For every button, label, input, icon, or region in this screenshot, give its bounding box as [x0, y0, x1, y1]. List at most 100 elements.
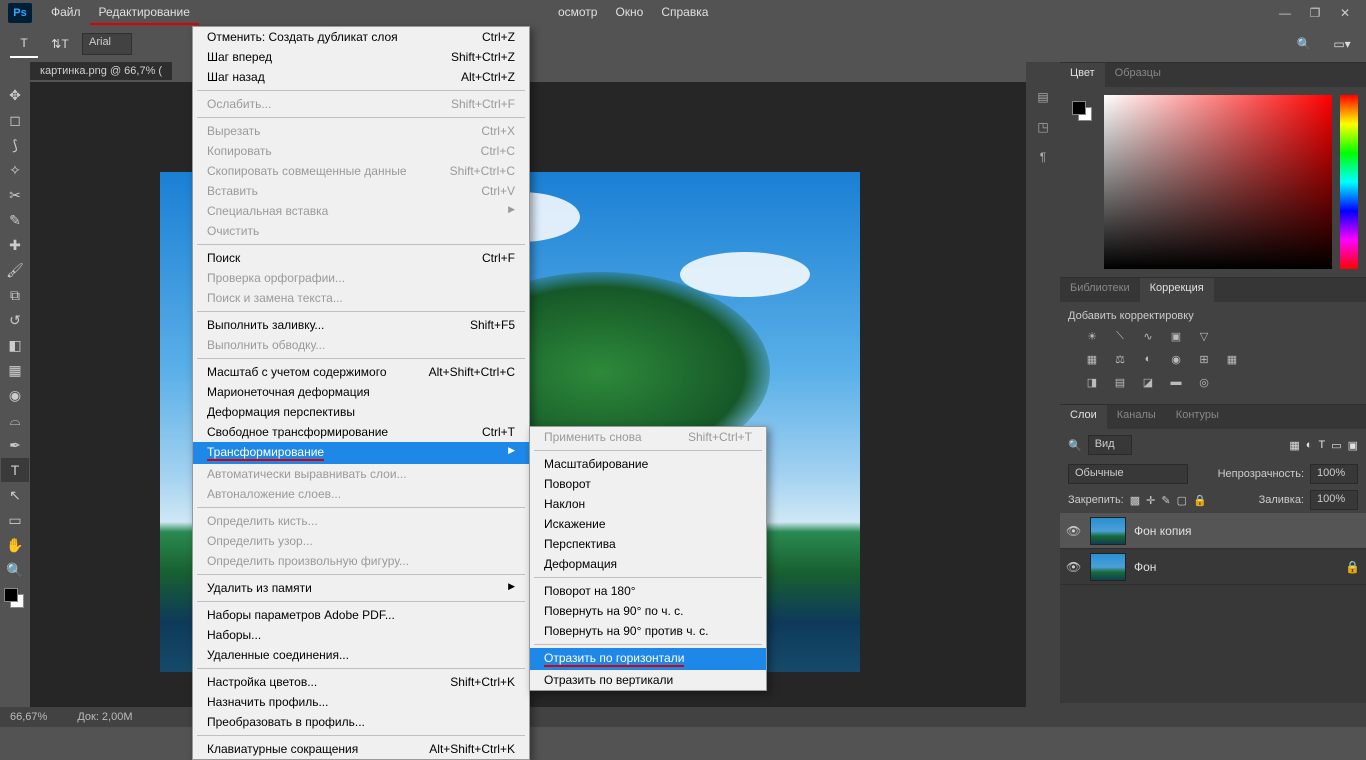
- menuitem[interactable]: Отразить по горизонтали: [530, 648, 766, 670]
- maximize-button[interactable]: ❐: [1308, 6, 1322, 20]
- menuitem[interactable]: Назначить профиль...: [193, 692, 529, 712]
- threshold-icon[interactable]: ◪: [1138, 373, 1158, 391]
- brightness-icon[interactable]: ☀: [1082, 327, 1102, 345]
- hand-tool[interactable]: ✋: [1, 533, 29, 557]
- menuitem[interactable]: Поворот: [530, 474, 766, 494]
- menuitem[interactable]: Настройка цветов...Shift+Ctrl+K: [193, 672, 529, 692]
- lock-all-icon[interactable]: ▩: [1130, 494, 1140, 507]
- posterize-icon[interactable]: ▤: [1110, 373, 1130, 391]
- channel-mixer-icon[interactable]: ⊞: [1194, 350, 1214, 368]
- menuitem[interactable]: Повернуть на 90° по ч. с.: [530, 601, 766, 621]
- menuitem[interactable]: Наборы параметров Adobe PDF...: [193, 605, 529, 625]
- filter-type-icon[interactable]: T: [1318, 439, 1325, 451]
- quick-select-tool[interactable]: ✧: [1, 158, 29, 182]
- lut-icon[interactable]: ▦: [1222, 350, 1242, 368]
- eraser-tool[interactable]: ◧: [1, 333, 29, 357]
- layer-item[interactable]: 👁 Фон 🔒: [1060, 549, 1366, 585]
- layer-filter-select[interactable]: Вид: [1088, 435, 1132, 455]
- menuitem[interactable]: Удаленные соединения...: [193, 645, 529, 665]
- color-balance-icon[interactable]: ⚖: [1110, 350, 1130, 368]
- minimize-button[interactable]: —: [1278, 6, 1292, 20]
- menuitem[interactable]: Свободное трансформированиеCtrl+T: [193, 422, 529, 442]
- lasso-tool[interactable]: ⟆: [1, 133, 29, 157]
- lock-artboard-icon[interactable]: ▢: [1177, 494, 1187, 507]
- search-icon[interactable]: 🔍: [1290, 30, 1318, 58]
- visibility-icon[interactable]: 👁: [1066, 524, 1082, 538]
- menu-окно[interactable]: Окно: [606, 1, 652, 25]
- type-tool[interactable]: T: [1, 458, 29, 482]
- orientation-toggle[interactable]: ⇅T: [46, 30, 74, 58]
- menuitem[interactable]: Масштаб с учетом содержимогоAlt+Shift+Ct…: [193, 362, 529, 382]
- menuitem[interactable]: Отменить: Создать дубликат слояCtrl+Z: [193, 27, 529, 47]
- menu-справка[interactable]: Справка: [652, 1, 717, 25]
- brush-tool[interactable]: 🖌: [1, 258, 29, 282]
- menuitem[interactable]: ПоискCtrl+F: [193, 248, 529, 268]
- color-swatches[interactable]: [4, 588, 24, 608]
- menuitem[interactable]: Шаг назадAlt+Ctrl+Z: [193, 67, 529, 87]
- properties-panel-icon[interactable]: ◳: [1026, 112, 1060, 142]
- workspace-icon[interactable]: ▭▾: [1328, 30, 1356, 58]
- zoom-display[interactable]: 66,67%: [10, 711, 47, 723]
- menuitem[interactable]: Шаг впередShift+Ctrl+Z: [193, 47, 529, 67]
- menu-редактирование[interactable]: Редактирование: [90, 1, 199, 25]
- exposure-icon[interactable]: ▣: [1166, 327, 1186, 345]
- tab-каналы[interactable]: Каналы: [1107, 405, 1166, 429]
- photo-filter-icon[interactable]: ◉: [1166, 350, 1186, 368]
- menuitem[interactable]: Наклон: [530, 494, 766, 514]
- path-select-tool[interactable]: ↖: [1, 483, 29, 507]
- character-panel-icon[interactable]: ¶: [1026, 142, 1060, 172]
- lock-icon[interactable]: 🔒: [1193, 494, 1207, 507]
- gradient-map-icon[interactable]: ▬: [1166, 373, 1186, 391]
- blend-mode-select[interactable]: Обычные: [1068, 464, 1188, 484]
- curves-icon[interactable]: ∿: [1138, 327, 1158, 345]
- menuitem[interactable]: Деформация перспективы: [193, 402, 529, 422]
- lock-pixels-icon[interactable]: ✎: [1161, 494, 1170, 507]
- tab-образцы[interactable]: Образцы: [1105, 63, 1171, 87]
- tab-коррекция[interactable]: Коррекция: [1140, 278, 1214, 302]
- tool-preset-text[interactable]: T: [10, 30, 38, 58]
- menuitem[interactable]: Марионеточная деформация: [193, 382, 529, 402]
- visibility-icon[interactable]: 👁: [1066, 560, 1082, 574]
- menuitem[interactable]: Деформация: [530, 554, 766, 574]
- menuitem[interactable]: Преобразовать в профиль...: [193, 712, 529, 732]
- filter-adj-icon[interactable]: ◐: [1306, 439, 1313, 451]
- vibrance-icon[interactable]: ▽: [1194, 327, 1214, 345]
- document-tab[interactable]: картинка.png @ 66,7% (: [30, 62, 172, 80]
- gradient-tool[interactable]: ▦: [1, 358, 29, 382]
- menuitem[interactable]: Трансформирование: [193, 442, 529, 464]
- history-brush-tool[interactable]: ↺: [1, 308, 29, 332]
- fill-input[interactable]: 100%: [1310, 490, 1358, 510]
- tab-слои[interactable]: Слои: [1060, 405, 1107, 429]
- blur-tool[interactable]: ◉: [1, 383, 29, 407]
- tab-библиотеки[interactable]: Библиотеки: [1060, 278, 1140, 302]
- font-family-select[interactable]: Arial: [82, 33, 132, 55]
- menuitem[interactable]: Перспектива: [530, 534, 766, 554]
- color-field[interactable]: [1104, 95, 1332, 269]
- menuitem[interactable]: Поворот на 180°: [530, 581, 766, 601]
- panel-swatches[interactable]: [1072, 101, 1092, 121]
- opacity-input[interactable]: 100%: [1310, 464, 1358, 484]
- filter-pixel-icon[interactable]: ▦: [1289, 439, 1299, 452]
- menuitem[interactable]: Повернуть на 90° против ч. с.: [530, 621, 766, 641]
- menuitem[interactable]: Клавиатурные сокращенияAlt+Shift+Ctrl+K: [193, 739, 529, 759]
- doc-info[interactable]: Док: 2,00M: [77, 711, 132, 723]
- clone-tool[interactable]: ⧉: [1, 283, 29, 307]
- menuitem[interactable]: Удалить из памяти: [193, 578, 529, 598]
- filter-shape-icon[interactable]: ▭: [1331, 439, 1341, 452]
- hue-slider[interactable]: [1340, 95, 1358, 269]
- history-panel-icon[interactable]: ▤: [1026, 82, 1060, 112]
- close-button[interactable]: ✕: [1338, 6, 1352, 20]
- healing-tool[interactable]: ✚: [1, 233, 29, 257]
- filter-smart-icon[interactable]: ▣: [1348, 439, 1358, 452]
- menuitem[interactable]: Масштабирование: [530, 454, 766, 474]
- tab-цвет[interactable]: Цвет: [1060, 63, 1105, 87]
- invert-icon[interactable]: ◨: [1082, 373, 1102, 391]
- bw-icon[interactable]: ◐: [1138, 350, 1158, 368]
- menu-файл[interactable]: Файл: [42, 1, 90, 25]
- menu-осмотр[interactable]: осмотр: [549, 1, 607, 25]
- lock-pos-icon[interactable]: ✛: [1146, 494, 1155, 507]
- menuitem[interactable]: Искажение: [530, 514, 766, 534]
- eyedropper-tool[interactable]: ✎: [1, 208, 29, 232]
- move-tool[interactable]: ✥: [1, 83, 29, 107]
- selective-color-icon[interactable]: ◎: [1194, 373, 1214, 391]
